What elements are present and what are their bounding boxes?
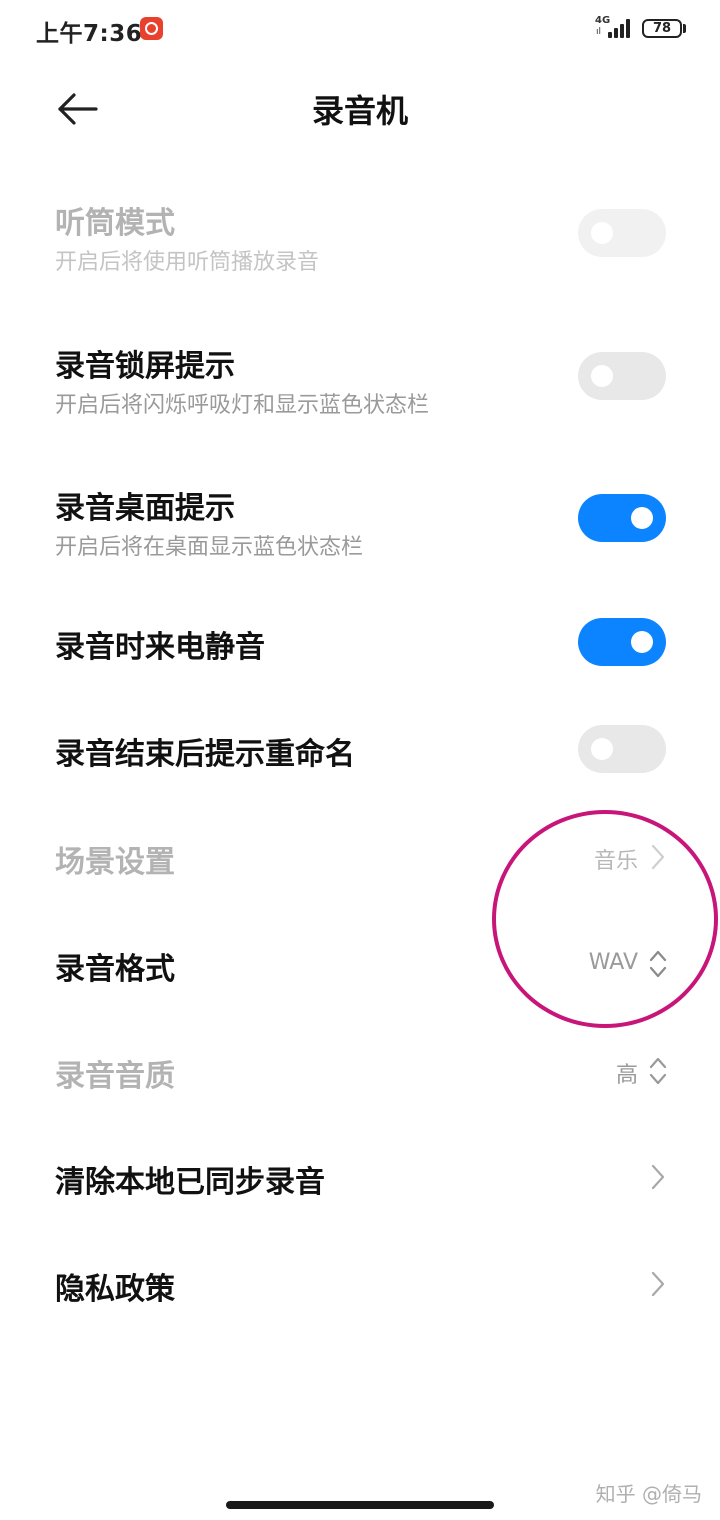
setting-subtitle: 开启后将在桌面显示蓝色状态栏 (55, 535, 364, 560)
home-indicator[interactable] (226, 1501, 494, 1509)
mute-calls-toggle[interactable] (578, 618, 666, 666)
rename-prompt-toggle[interactable] (578, 725, 666, 773)
signal-icon (608, 18, 632, 38)
setting-quality: 录音音质 高 (0, 1037, 720, 1107)
setting-title: 录音时来电静音 (55, 630, 265, 665)
setting-format[interactable]: 录音格式 WAV (0, 930, 720, 1000)
status-bar: 上午7:36 4G ıl 78 (0, 0, 720, 60)
setting-earpiece-mode: 听筒模式 开启后将使用听筒播放录音 (0, 190, 720, 290)
setting-value: WAV (588, 950, 638, 975)
earpiece-mode-toggle (578, 209, 666, 257)
network-activity: ıl (596, 27, 602, 37)
netease-music-icon (140, 17, 163, 40)
status-time: 上午7:36 (36, 21, 143, 47)
toggle-knob (631, 507, 653, 529)
toggle-knob (591, 738, 613, 760)
battery-tip (683, 24, 686, 33)
setting-title: 场景设置 (55, 845, 175, 880)
setting-title: 清除本地已同步录音 (55, 1165, 325, 1200)
setting-title: 录音桌面提示 (55, 491, 235, 526)
toggle-knob (591, 222, 613, 244)
setting-value: 音乐 (593, 849, 638, 874)
setting-scene: 场景设置 音乐 (0, 823, 720, 893)
setting-rename-prompt[interactable]: 录音结束后提示重命名 (0, 715, 720, 785)
up-down-chevron-icon (649, 950, 667, 978)
setting-title: 录音音质 (55, 1059, 175, 1094)
page-title: 录音机 (311, 92, 408, 130)
battery-icon: 78 (642, 19, 682, 38)
watermark: 知乎 @倚马 (595, 1482, 702, 1506)
setting-mute-calls[interactable]: 录音时来电静音 (0, 608, 720, 678)
setting-lock-screen-hint[interactable]: 录音锁屏提示 开启后将闪烁呼吸灯和显示蓝色状态栏 (0, 333, 720, 433)
setting-privacy-policy[interactable]: 隐私政策 (0, 1250, 720, 1320)
setting-desktop-hint[interactable]: 录音桌面提示 开启后将在桌面显示蓝色状态栏 (0, 475, 720, 575)
setting-subtitle: 开启后将闪烁呼吸灯和显示蓝色状态栏 (55, 393, 430, 418)
chevron-right-icon (651, 1164, 665, 1190)
setting-title: 听筒模式 (55, 206, 175, 241)
setting-title: 录音结束后提示重命名 (55, 737, 355, 772)
up-down-chevron-icon (649, 1057, 667, 1085)
setting-subtitle: 开启后将使用听筒播放录音 (55, 250, 320, 275)
setting-title: 隐私政策 (55, 1272, 175, 1307)
setting-clear-synced[interactable]: 清除本地已同步录音 (0, 1143, 720, 1213)
setting-title: 录音格式 (55, 952, 175, 987)
toggle-knob (591, 365, 613, 387)
setting-title: 录音锁屏提示 (55, 349, 235, 384)
toggle-knob (631, 631, 653, 653)
desktop-hint-toggle[interactable] (578, 494, 666, 542)
lock-screen-hint-toggle[interactable] (578, 352, 666, 400)
chevron-right-icon (651, 844, 665, 870)
setting-value: 高 (615, 1063, 638, 1088)
chevron-right-icon (651, 1271, 665, 1297)
